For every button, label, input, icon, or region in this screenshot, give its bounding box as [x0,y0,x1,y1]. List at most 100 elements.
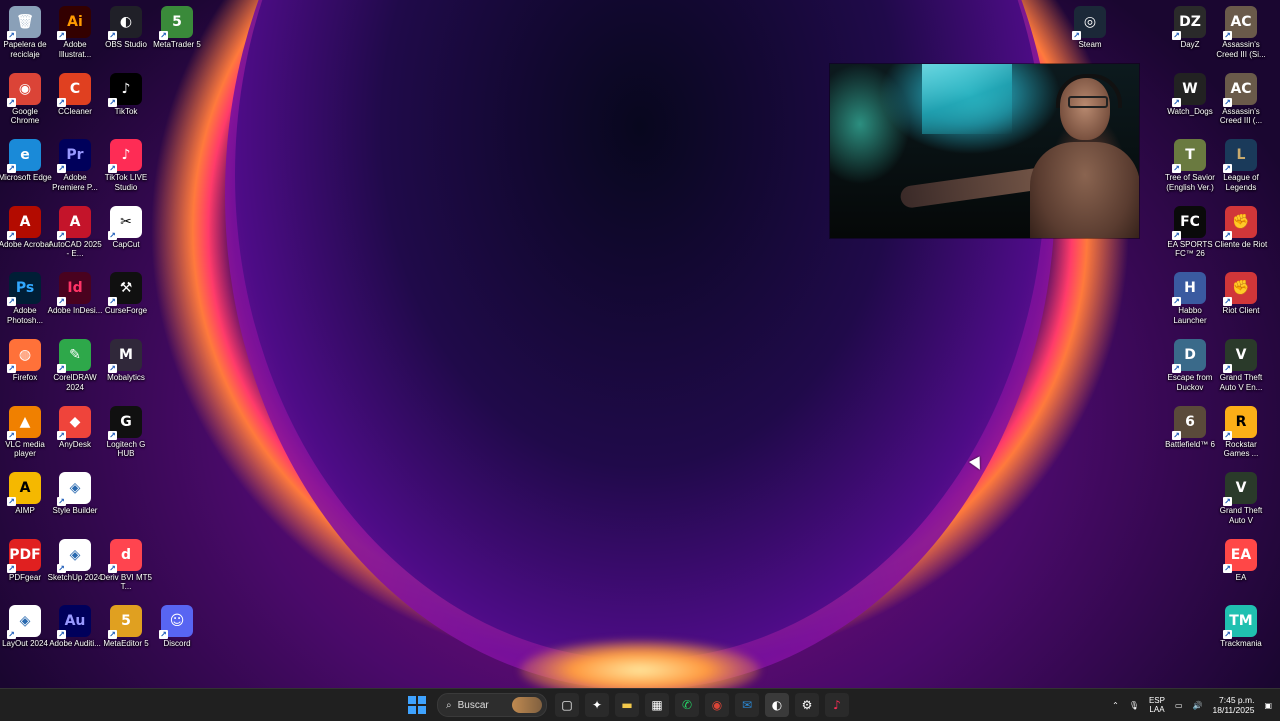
volume-icon[interactable]: 🔊 [1193,701,1203,710]
desktop-icon-chrome[interactable]: ◉ ↗ Google Chrome [0,72,50,126]
clock[interactable]: 7:45 p.m. 18/11/2025 [1213,695,1255,715]
desktop-icon-logitech[interactable]: G ↗ Logitech G HUB [101,405,151,459]
desktop-icon-watch-dogs[interactable]: W ↗ Watch_Dogs [1165,72,1215,117]
desktop-icon-duckov[interactable]: D ↗ Escape from Duckov [1165,339,1215,392]
desktop-icon-label: EA SPORTS FC™ 26 [1167,239,1213,259]
desktop-icon-layout[interactable]: ◈ ↗ LayOut 2024 [0,605,50,649]
desktop-icon-capcut[interactable]: ✂ ↗ CapCut [101,205,151,250]
desktop-icon-audition[interactable]: Au ↗ Adobe Auditi... [49,605,101,649]
desktop-icon-edge[interactable]: e ↗ Microsoft Edge [0,139,52,183]
shortcut-arrow-icon: ↗ [7,230,16,240]
desktop-icon-assassins-creed[interactable]: AC ↗ Assassin's Creed III (... [1216,72,1266,126]
desktop-icon-rockstar[interactable]: R ↗ Rockstar Games ... [1216,405,1266,459]
icon-glyph: ✊ [1232,280,1250,297]
metaeditor-icon: 5 ↗ [108,605,142,640]
notifications-icon[interactable]: ▣ [1264,701,1272,710]
icon-glyph: Au [64,613,86,630]
shortcut-arrow-icon: ↗ [1172,364,1181,373]
desktop-icon-ea-fc[interactable]: FC ↗ EA SPORTS FC™ 26 [1165,205,1215,259]
shortcut-arrow-icon: ↗ [108,630,117,640]
desktop-icon-habbo[interactable]: H ↗ Habbo Launcher [1165,272,1215,325]
taskbar-settings-button[interactable]: ⚙ [795,693,819,717]
taskbar-tiktok-live-button[interactable]: ♪ [825,693,849,717]
desktop-icon-label: League of Legends [1223,173,1259,192]
desktop-icon-firefox[interactable]: ◍ ↗ Firefox [0,339,50,383]
desktop-icon-acrobat[interactable]: A ↗ Adobe Acrobat [0,205,51,250]
desktop-icon-mobalytics[interactable]: M ↗ Mobalytics [101,339,151,383]
icon-glyph: H [1184,280,1196,297]
desktop-icon-sketchup[interactable]: ◈ ↗ SketchUp 2024 [48,538,102,583]
search-icon: ⌕ [446,699,452,711]
start-button[interactable] [405,693,429,717]
shortcut-arrow-icon: ↗ [57,630,66,640]
desktop-icon-premiere[interactable]: Pr ↗ Adobe Premiere P... [50,139,100,192]
desktop-icon-assassins-creed[interactable]: AC ↗ Assassin's Creed III (Si... [1216,6,1266,59]
show-hidden-icons-icon[interactable]: ⌃ [1112,701,1119,710]
taskbar-file-explorer-button[interactable]: ▬ [615,693,639,717]
desktop-icon-tree-of-savior[interactable]: T ↗ Tree of Savior (English Ver.) [1165,139,1215,192]
desktop-icon-autocad[interactable]: A ↗ AutoCAD 2025 - E... [48,205,102,259]
desktop-icon-deriv[interactable]: d ↗ Deriv BVI MT5 T... [100,538,152,592]
shortcut-arrow-icon: ↗ [1223,97,1232,107]
taskbar-obs-button[interactable]: ◐ [765,693,789,717]
shortcut-arrow-icon: ↗ [1172,31,1181,40]
desktop-icon-ea[interactable]: EA ↗ EA [1216,538,1266,583]
desktop-icon-tiktok-live[interactable]: ♪ ↗ TikTok LIVE Studio [101,139,151,192]
desktop-icon-league[interactable]: L ↗ League of Legends [1216,139,1266,192]
desktop-icon-gta[interactable]: V ↗ Grand Theft Auto V En... [1216,339,1266,392]
desktop-icon-discord[interactable]: ☺ ↗ Discord [152,605,202,649]
taskbar-whatsapp-button[interactable]: ✆ [675,693,699,717]
desktop-icon-illustrator[interactable]: Ai ↗ Adobe Illustrat... [50,6,100,59]
taskbar-chrome-button[interactable]: ◉ [705,693,729,717]
desktop-icon-curseforge[interactable]: ⚒ ↗ CurseForge [101,272,151,316]
desktop-icon-vlc[interactable]: ▲ ↗ VLC media player [0,405,50,459]
desktop-icon-obs[interactable]: ◐ ↗ OBS Studio [101,6,151,50]
illustrator-icon: Ai ↗ [57,6,91,40]
desktop-icon-riot[interactable]: ✊ ↗ Riot Client [1216,272,1266,316]
desktop-icon-ccleaner[interactable]: C ↗ CCleaner [50,72,100,117]
desktop-icon-coreldraw[interactable]: ✎ ↗ CorelDRAW 2024 [50,339,100,392]
desktop-icon-steam[interactable]: ◎ ↗ Steam [1065,6,1115,50]
desktop-icon-label: Escape from Duckov [1167,373,1213,392]
metatrader-icon: 5 ↗ [159,6,193,40]
icon-glyph: A [69,213,81,230]
taskbar-copilot-button[interactable]: ✦ [585,693,609,717]
icon-glyph: Ai [67,14,83,30]
taskbar-task-view-button[interactable]: ▢ [555,693,579,717]
desktop-icon-battlefield[interactable]: 6 ↗ Battlefield™ 6 [1165,405,1215,450]
shortcut-arrow-icon: ↗ [57,364,66,373]
desktop-icon-recycle-bin[interactable]: 🗑 ↗ Papelera de reciclaje [0,6,50,59]
shortcut-arrow-icon: ↗ [1223,364,1232,373]
desktop-icon-metaeditor[interactable]: 5 ↗ MetaEditor 5 [101,605,151,649]
desktop-icon-aimp[interactable]: A ↗ AIMP [0,472,50,516]
ea-fc-icon: FC ↗ [1172,205,1206,240]
battlefield-icon: 6 ↗ [1172,405,1206,440]
network-icon[interactable]: ▭ [1175,701,1183,710]
deriv-icon: d ↗ [108,538,142,573]
desktop-icon-pdfgear[interactable]: PDF ↗ PDFgear [0,538,50,583]
icon-glyph: Pr [66,147,84,164]
shortcut-arrow-icon: ↗ [7,563,16,573]
taskbar-microsoft-store-button[interactable]: ▦ [645,693,669,717]
desktop-icon-riot[interactable]: ✊ ↗ Cliente de Riot [1215,205,1267,250]
language-indicator[interactable]: ESP LAA [1149,696,1165,714]
desktop-icon-gta[interactable]: V ↗ Grand Theft Auto V [1216,472,1266,525]
shortcut-arrow-icon: ↗ [57,164,66,174]
icon-glyph: A [19,213,31,230]
desktop-icon-label: CurseForge [104,306,148,316]
icon-glyph: C [69,80,81,97]
desktop-icon-dayz[interactable]: DZ ↗ DayZ [1165,6,1215,50]
desktop-icon-photoshop[interactable]: Ps ↗ Adobe Photosh... [0,272,50,325]
desktop-icon-tiktok[interactable]: ♪ ↗ TikTok [101,72,151,117]
desktop-icon-anydesk[interactable]: ◆ ↗ AnyDesk [50,405,100,450]
desktop-icon-style-builder[interactable]: ◈ ↗ Style Builder [50,472,100,516]
desktop-icon-label: DayZ [1180,40,1200,49]
search-box[interactable]: ⌕ Buscar [437,693,547,717]
taskbar-outlook-button[interactable]: ✉ [735,693,759,717]
premiere-icon: Pr ↗ [57,139,91,174]
mobalytics-icon: M ↗ [108,339,142,373]
desktop-icon-indesign[interactable]: Id ↗ Adobe InDesi... [48,272,102,316]
desktop-icon-metatrader[interactable]: 5 ↗ MetaTrader 5 [152,6,202,50]
microphone-icon[interactable]: 🎙 [1129,701,1139,710]
desktop-icon-trackmania[interactable]: TM ↗ Trackmania [1216,605,1266,649]
